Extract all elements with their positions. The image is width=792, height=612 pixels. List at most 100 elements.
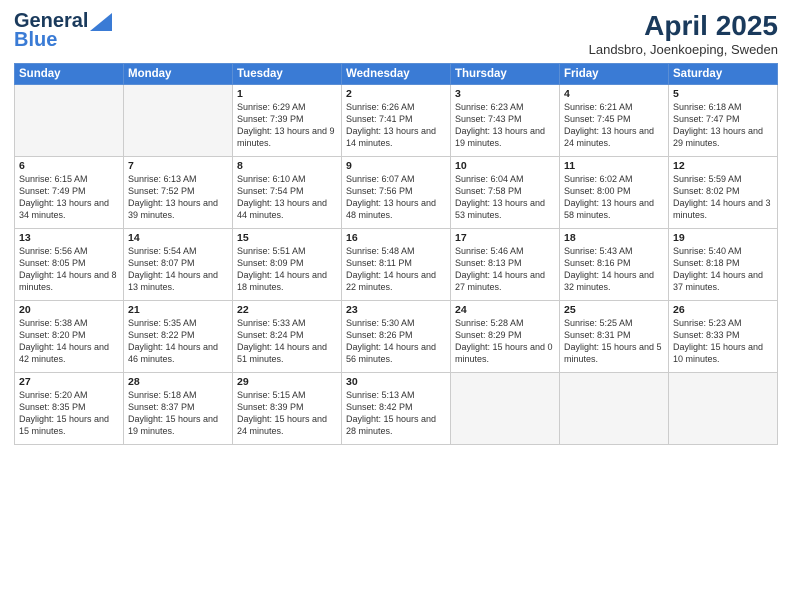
week-row-5: 27Sunrise: 5:20 AM Sunset: 8:35 PM Dayli… <box>15 373 778 445</box>
day-info: Sunrise: 5:23 AM Sunset: 8:33 PM Dayligh… <box>673 317 773 366</box>
calendar-cell: 13Sunrise: 5:56 AM Sunset: 8:05 PM Dayli… <box>15 229 124 301</box>
calendar-cell <box>451 373 560 445</box>
calendar-cell: 20Sunrise: 5:38 AM Sunset: 8:20 PM Dayli… <box>15 301 124 373</box>
day-info: Sunrise: 5:20 AM Sunset: 8:35 PM Dayligh… <box>19 389 119 438</box>
week-row-3: 13Sunrise: 5:56 AM Sunset: 8:05 PM Dayli… <box>15 229 778 301</box>
title-block: April 2025 Landsbro, Joenkoeping, Sweden <box>589 10 778 57</box>
day-number: 19 <box>673 232 773 244</box>
calendar-cell: 5Sunrise: 6:18 AM Sunset: 7:47 PM Daylig… <box>669 85 778 157</box>
calendar-cell: 2Sunrise: 6:26 AM Sunset: 7:41 PM Daylig… <box>342 85 451 157</box>
calendar-cell: 8Sunrise: 6:10 AM Sunset: 7:54 PM Daylig… <box>233 157 342 229</box>
calendar-cell: 25Sunrise: 5:25 AM Sunset: 8:31 PM Dayli… <box>560 301 669 373</box>
week-row-2: 6Sunrise: 6:15 AM Sunset: 7:49 PM Daylig… <box>15 157 778 229</box>
calendar-cell <box>124 85 233 157</box>
calendar-cell: 29Sunrise: 5:15 AM Sunset: 8:39 PM Dayli… <box>233 373 342 445</box>
calendar-cell: 11Sunrise: 6:02 AM Sunset: 8:00 PM Dayli… <box>560 157 669 229</box>
day-info: Sunrise: 6:15 AM Sunset: 7:49 PM Dayligh… <box>19 173 119 222</box>
day-number: 8 <box>237 160 337 172</box>
calendar-cell: 26Sunrise: 5:23 AM Sunset: 8:33 PM Dayli… <box>669 301 778 373</box>
day-number: 4 <box>564 88 664 100</box>
calendar-cell <box>560 373 669 445</box>
day-info: Sunrise: 5:30 AM Sunset: 8:26 PM Dayligh… <box>346 317 446 366</box>
day-info: Sunrise: 6:13 AM Sunset: 7:52 PM Dayligh… <box>128 173 228 222</box>
day-number: 25 <box>564 304 664 316</box>
day-info: Sunrise: 6:04 AM Sunset: 7:58 PM Dayligh… <box>455 173 555 222</box>
calendar-cell: 3Sunrise: 6:23 AM Sunset: 7:43 PM Daylig… <box>451 85 560 157</box>
calendar-cell <box>669 373 778 445</box>
day-number: 24 <box>455 304 555 316</box>
day-number: 23 <box>346 304 446 316</box>
day-number: 1 <box>237 88 337 100</box>
day-number: 11 <box>564 160 664 172</box>
day-number: 22 <box>237 304 337 316</box>
calendar-cell: 4Sunrise: 6:21 AM Sunset: 7:45 PM Daylig… <box>560 85 669 157</box>
day-info: Sunrise: 5:43 AM Sunset: 8:16 PM Dayligh… <box>564 245 664 294</box>
calendar-cell: 24Sunrise: 5:28 AM Sunset: 8:29 PM Dayli… <box>451 301 560 373</box>
day-info: Sunrise: 6:23 AM Sunset: 7:43 PM Dayligh… <box>455 101 555 150</box>
day-info: Sunrise: 6:29 AM Sunset: 7:39 PM Dayligh… <box>237 101 337 150</box>
day-info: Sunrise: 6:02 AM Sunset: 8:00 PM Dayligh… <box>564 173 664 222</box>
day-info: Sunrise: 5:54 AM Sunset: 8:07 PM Dayligh… <box>128 245 228 294</box>
day-number: 7 <box>128 160 228 172</box>
day-info: Sunrise: 5:13 AM Sunset: 8:42 PM Dayligh… <box>346 389 446 438</box>
day-number: 13 <box>19 232 119 244</box>
day-number: 3 <box>455 88 555 100</box>
logo-icon <box>90 13 112 31</box>
week-row-4: 20Sunrise: 5:38 AM Sunset: 8:20 PM Dayli… <box>15 301 778 373</box>
day-number: 5 <box>673 88 773 100</box>
day-info: Sunrise: 5:15 AM Sunset: 8:39 PM Dayligh… <box>237 389 337 438</box>
day-number: 9 <box>346 160 446 172</box>
day-number: 28 <box>128 376 228 388</box>
calendar-cell: 22Sunrise: 5:33 AM Sunset: 8:24 PM Dayli… <box>233 301 342 373</box>
day-info: Sunrise: 5:46 AM Sunset: 8:13 PM Dayligh… <box>455 245 555 294</box>
day-number: 29 <box>237 376 337 388</box>
calendar-cell: 17Sunrise: 5:46 AM Sunset: 8:13 PM Dayli… <box>451 229 560 301</box>
calendar-cell: 12Sunrise: 5:59 AM Sunset: 8:02 PM Dayli… <box>669 157 778 229</box>
day-number: 14 <box>128 232 228 244</box>
day-info: Sunrise: 6:21 AM Sunset: 7:45 PM Dayligh… <box>564 101 664 150</box>
day-info: Sunrise: 5:59 AM Sunset: 8:02 PM Dayligh… <box>673 173 773 222</box>
header: General Blue April 2025 Landsbro, Joenko… <box>14 10 778 57</box>
day-info: Sunrise: 5:38 AM Sunset: 8:20 PM Dayligh… <box>19 317 119 366</box>
day-number: 6 <box>19 160 119 172</box>
calendar-subtitle: Landsbro, Joenkoeping, Sweden <box>589 42 778 57</box>
day-info: Sunrise: 6:10 AM Sunset: 7:54 PM Dayligh… <box>237 173 337 222</box>
weekday-header-monday: Monday <box>124 64 233 85</box>
calendar-cell <box>15 85 124 157</box>
calendar-cell: 14Sunrise: 5:54 AM Sunset: 8:07 PM Dayli… <box>124 229 233 301</box>
day-info: Sunrise: 5:48 AM Sunset: 8:11 PM Dayligh… <box>346 245 446 294</box>
day-number: 30 <box>346 376 446 388</box>
day-number: 15 <box>237 232 337 244</box>
weekday-header-tuesday: Tuesday <box>233 64 342 85</box>
calendar-cell: 1Sunrise: 6:29 AM Sunset: 7:39 PM Daylig… <box>233 85 342 157</box>
day-number: 10 <box>455 160 555 172</box>
day-info: Sunrise: 6:26 AM Sunset: 7:41 PM Dayligh… <box>346 101 446 150</box>
weekday-header-wednesday: Wednesday <box>342 64 451 85</box>
day-number: 20 <box>19 304 119 316</box>
day-info: Sunrise: 5:51 AM Sunset: 8:09 PM Dayligh… <box>237 245 337 294</box>
calendar-cell: 19Sunrise: 5:40 AM Sunset: 8:18 PM Dayli… <box>669 229 778 301</box>
calendar-cell: 6Sunrise: 6:15 AM Sunset: 7:49 PM Daylig… <box>15 157 124 229</box>
day-number: 21 <box>128 304 228 316</box>
day-info: Sunrise: 5:25 AM Sunset: 8:31 PM Dayligh… <box>564 317 664 366</box>
weekday-header-sunday: Sunday <box>15 64 124 85</box>
logo-blue-text: Blue <box>14 29 57 52</box>
calendar-cell: 18Sunrise: 5:43 AM Sunset: 8:16 PM Dayli… <box>560 229 669 301</box>
calendar-cell: 27Sunrise: 5:20 AM Sunset: 8:35 PM Dayli… <box>15 373 124 445</box>
calendar-cell: 30Sunrise: 5:13 AM Sunset: 8:42 PM Dayli… <box>342 373 451 445</box>
weekday-header-thursday: Thursday <box>451 64 560 85</box>
calendar-cell: 16Sunrise: 5:48 AM Sunset: 8:11 PM Dayli… <box>342 229 451 301</box>
day-info: Sunrise: 5:33 AM Sunset: 8:24 PM Dayligh… <box>237 317 337 366</box>
day-info: Sunrise: 5:56 AM Sunset: 8:05 PM Dayligh… <box>19 245 119 294</box>
day-number: 2 <box>346 88 446 100</box>
day-number: 26 <box>673 304 773 316</box>
day-number: 12 <box>673 160 773 172</box>
day-info: Sunrise: 5:40 AM Sunset: 8:18 PM Dayligh… <box>673 245 773 294</box>
weekday-header-saturday: Saturday <box>669 64 778 85</box>
day-info: Sunrise: 5:18 AM Sunset: 8:37 PM Dayligh… <box>128 389 228 438</box>
day-number: 18 <box>564 232 664 244</box>
weekday-header-friday: Friday <box>560 64 669 85</box>
week-row-1: 1Sunrise: 6:29 AM Sunset: 7:39 PM Daylig… <box>15 85 778 157</box>
calendar-cell: 28Sunrise: 5:18 AM Sunset: 8:37 PM Dayli… <box>124 373 233 445</box>
calendar-table: SundayMondayTuesdayWednesdayThursdayFrid… <box>14 63 778 445</box>
